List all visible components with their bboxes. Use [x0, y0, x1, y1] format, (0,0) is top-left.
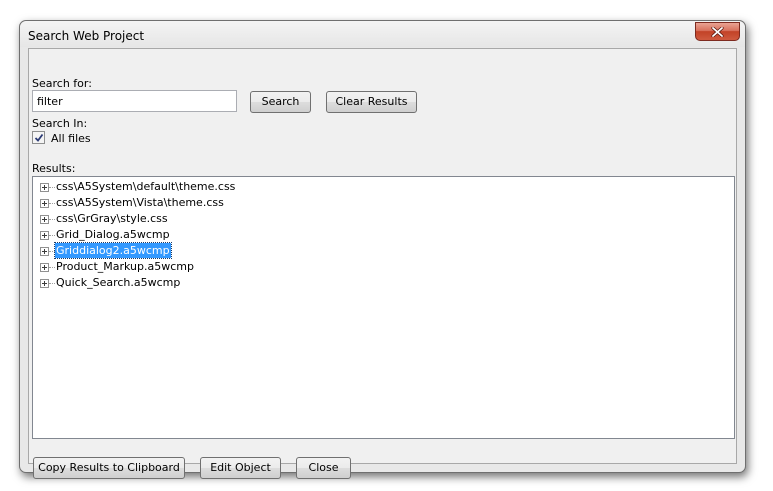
- checkmark-icon: [34, 133, 44, 142]
- close-icon: [711, 27, 724, 37]
- edit-object-button[interactable]: Edit Object: [200, 457, 281, 479]
- all-files-checkbox[interactable]: [32, 131, 45, 144]
- results-label: Results:: [32, 162, 76, 175]
- tree-item[interactable]: css\A5System\default\theme.css: [33, 179, 433, 195]
- plus-expander-icon: [42, 185, 47, 190]
- tree-item[interactable]: css\GrGray\style.css: [33, 211, 433, 227]
- all-files-label[interactable]: All files: [51, 132, 91, 145]
- copy-results-button[interactable]: Copy Results to Clipboard: [33, 457, 185, 479]
- tree-expander[interactable]: [40, 183, 49, 192]
- plus-expander-icon: [42, 217, 47, 222]
- tree-item-label[interactable]: Quick_Search.a5wcmp: [55, 275, 181, 290]
- tree-expander[interactable]: [40, 215, 49, 224]
- window-close-button[interactable]: [695, 22, 740, 41]
- window-title: Search Web Project: [28, 29, 145, 43]
- tree-item-label[interactable]: css\GrGray\style.css: [55, 211, 169, 226]
- tree-expander[interactable]: [40, 263, 49, 272]
- results-tree[interactable]: css\A5System\default\theme.css css\A5Syst…: [32, 176, 735, 439]
- search-for-label: Search for:: [32, 77, 92, 90]
- clear-results-button[interactable]: Clear Results: [326, 91, 417, 113]
- title-bar[interactable]: Search Web Project: [20, 21, 745, 47]
- tree-expander[interactable]: [40, 247, 49, 256]
- plus-expander-icon: [42, 281, 47, 286]
- tree-expander[interactable]: [40, 199, 49, 208]
- tree-item[interactable]: Product_Markup.a5wcmp: [33, 259, 433, 275]
- tree-expander[interactable]: [40, 231, 49, 240]
- plus-expander-icon: [42, 265, 47, 270]
- tree-item[interactable]: Quick_Search.a5wcmp: [33, 275, 433, 291]
- tree-expander[interactable]: [40, 279, 49, 288]
- tree-item-label[interactable]: Grid_Dialog.a5wcmp: [55, 227, 171, 242]
- tree-item[interactable]: Griddialog2.a5wcmp: [33, 242, 433, 259]
- search-in-label: Search In:: [32, 117, 88, 130]
- search-button[interactable]: Search: [250, 91, 311, 113]
- search-input[interactable]: [32, 90, 237, 112]
- plus-expander-icon: [42, 233, 47, 238]
- close-button[interactable]: Close: [296, 457, 351, 479]
- plus-expander-icon: [42, 249, 47, 254]
- tree-item[interactable]: Grid_Dialog.a5wcmp: [33, 227, 433, 243]
- dialog-client-area: Search for: Search Clear Results Search …: [28, 48, 737, 479]
- tree-item[interactable]: css\A5System\Vista\theme.css: [33, 195, 433, 211]
- tree-item-label[interactable]: css\A5System\default\theme.css: [55, 179, 236, 194]
- tree-item-label[interactable]: Product_Markup.a5wcmp: [55, 259, 195, 274]
- tree-item-label[interactable]: css\A5System\Vista\theme.css: [55, 195, 225, 210]
- search-dialog-window: Search Web Project Search for: Search Cl…: [19, 20, 746, 479]
- plus-expander-icon: [42, 201, 47, 206]
- tree-item-label[interactable]: Griddialog2.a5wcmp: [54, 242, 172, 259]
